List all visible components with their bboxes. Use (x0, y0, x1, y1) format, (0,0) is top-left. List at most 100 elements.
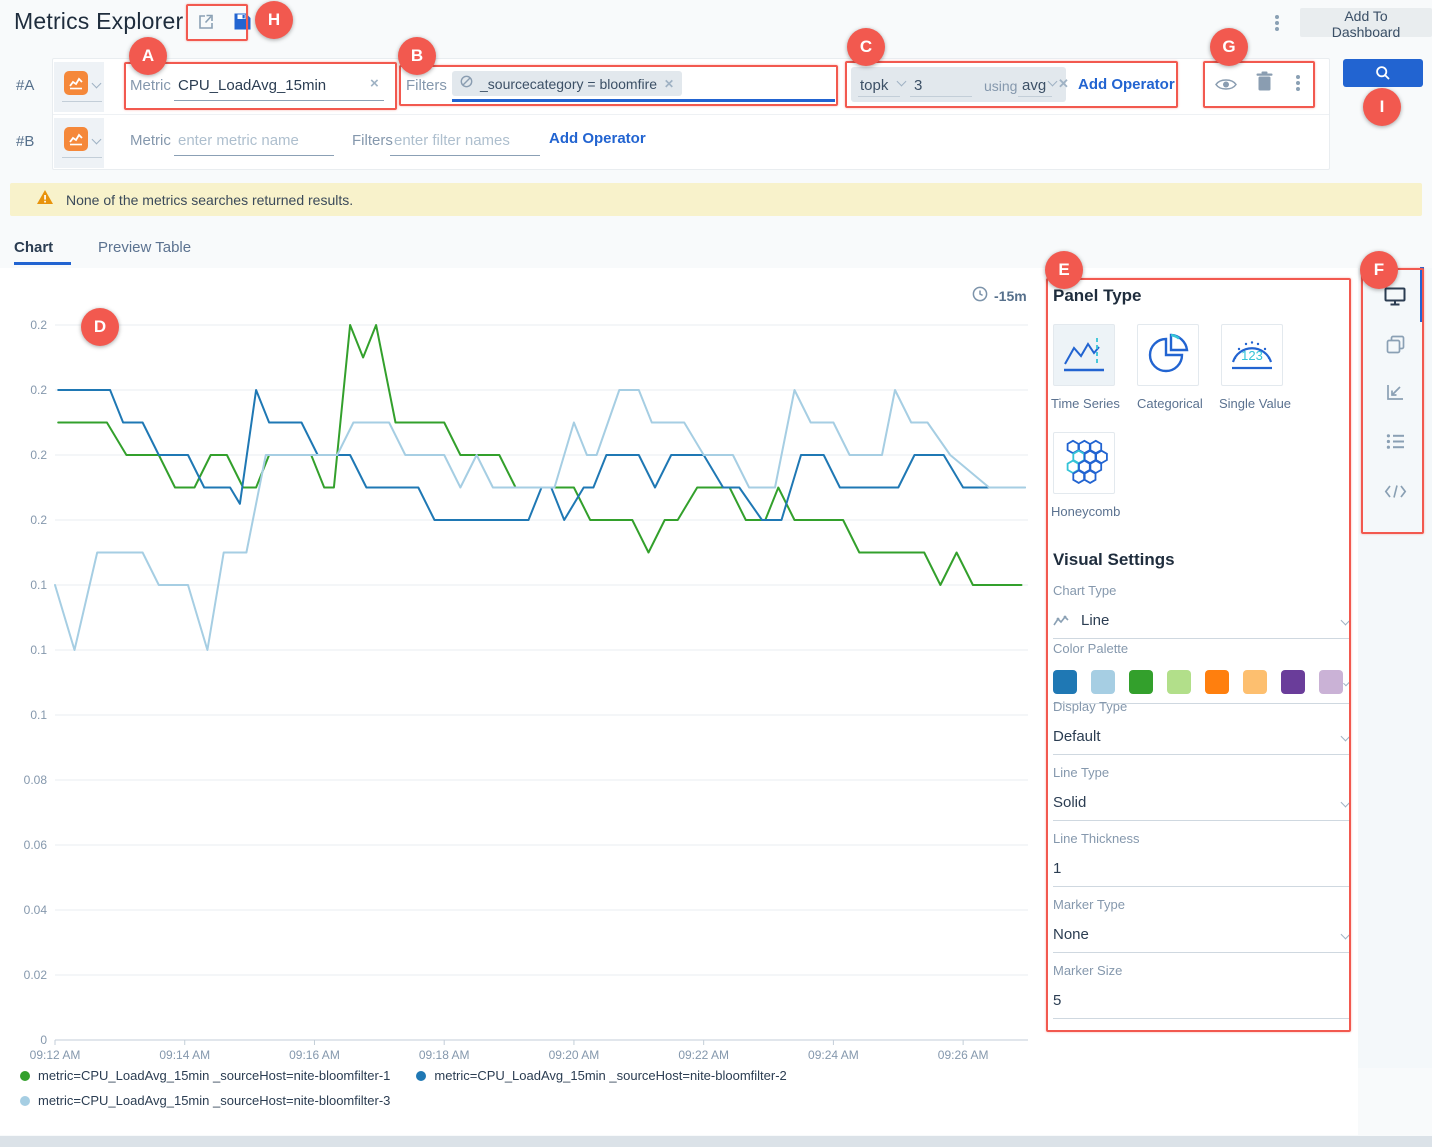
query-row-kebab-icon[interactable] (1296, 73, 1300, 93)
rail-duplicate-icon[interactable] (1386, 335, 1405, 359)
marker-size-field: Marker Size 5 (1053, 963, 1349, 1019)
operator-using-label: using (984, 78, 1017, 94)
chart-legend: metric=CPU_LoadAvg_15min _sourceHost=nit… (20, 1068, 1020, 1108)
annotation-circle-d: D (81, 308, 119, 346)
filter-chip[interactable]: _sourcecategory = bloomfire ✕ (452, 71, 682, 96)
add-to-dashboard-button[interactable]: Add To Dashboard (1300, 8, 1432, 37)
svg-text:09:12 AM: 09:12 AM (30, 1048, 81, 1062)
query-row-b-label: #B (16, 133, 34, 150)
warning-icon (36, 189, 54, 210)
annotation-circle-e: E (1045, 251, 1083, 289)
marker-type-chevron-icon (1341, 930, 1351, 940)
chart-type-select[interactable]: Line (1053, 612, 1349, 639)
filters-label-a: Filters (406, 77, 447, 94)
rail-axes-icon[interactable] (1386, 384, 1404, 406)
annotation-circle-i: I (1363, 88, 1401, 126)
metric-input-b[interactable]: enter metric name (178, 132, 299, 149)
hide-query-eye-icon[interactable] (1215, 77, 1237, 97)
share-icon[interactable] (196, 11, 217, 37)
metrics-query-type-icon-b[interactable] (64, 127, 88, 151)
palette-swatch (1129, 670, 1153, 694)
svg-text:09:22 AM: 09:22 AM (678, 1048, 729, 1062)
metric-underline-a (174, 100, 384, 101)
panel-type-single-value-label: Single Value (1219, 396, 1291, 411)
marker-type-field: Marker Type None (1053, 897, 1349, 953)
metrics-query-type-icon[interactable] (64, 71, 88, 95)
svg-text:0: 0 (40, 1033, 47, 1047)
visual-settings-title: Visual Settings (1053, 550, 1175, 570)
panel-type-time-series-label: Time Series (1051, 396, 1120, 411)
chart-type-field: Chart Type Line (1053, 583, 1349, 639)
line-type-field: Line Type Solid (1053, 765, 1349, 821)
categorical-pie-icon (1144, 331, 1192, 379)
svg-text:0.1: 0.1 (30, 643, 47, 657)
display-type-value: Default (1053, 728, 1101, 745)
color-palette-field: Color Palette (1053, 641, 1349, 704)
metrics-explorer-page: Metrics Explorer Add To Dashboard #A Met… (0, 0, 1432, 1147)
filters-input-b[interactable]: enter filter names (394, 132, 510, 149)
line-type-chevron-icon (1341, 798, 1351, 808)
color-palette-label: Color Palette (1053, 641, 1349, 656)
panel-type-honeycomb[interactable] (1053, 432, 1115, 494)
save-icon[interactable] (233, 12, 252, 36)
time-series-icon (1061, 334, 1107, 376)
annotation-circle-g: G (1210, 28, 1248, 66)
run-search-button[interactable] (1343, 59, 1423, 87)
filters-label-b: Filters (352, 132, 393, 149)
legend-label: metric=CPU_LoadAvg_15min _sourceHost=nit… (434, 1068, 786, 1083)
marker-type-value: None (1053, 926, 1089, 943)
svg-text:09:14 AM: 09:14 AM (159, 1048, 210, 1062)
legend-item[interactable]: metric=CPU_LoadAvg_15min _sourceHost=nit… (20, 1068, 390, 1083)
panel-type-time-series[interactable] (1053, 324, 1115, 386)
line-thickness-field: Line Thickness 1 (1053, 831, 1349, 887)
tab-chart[interactable]: Chart (14, 239, 53, 256)
line-type-value: Solid (1053, 794, 1086, 811)
svg-text:0.1: 0.1 (30, 708, 47, 722)
metric-clear-icon[interactable]: × (370, 75, 379, 92)
tab-chart-active-underline (14, 262, 71, 265)
operator-arg[interactable]: 3 (914, 77, 922, 94)
panel-type-title: Panel Type (1053, 286, 1142, 306)
query-type-underline (62, 101, 102, 102)
add-operator-link-b[interactable]: Add Operator (549, 130, 646, 147)
line-chart-type-icon (1053, 615, 1069, 627)
palette-swatch (1091, 670, 1115, 694)
tab-preview-table[interactable]: Preview Table (98, 239, 191, 256)
rail-scroll-indicator (1420, 267, 1424, 322)
panel-type-single-value[interactable]: 123 (1221, 324, 1283, 386)
legend-label: metric=CPU_LoadAvg_15min _sourceHost=nit… (38, 1068, 390, 1083)
bottom-scrollbar-strip[interactable] (0, 1136, 1432, 1147)
line-type-label: Line Type (1053, 765, 1349, 780)
display-type-field: Display Type Default (1053, 699, 1349, 755)
filter-chip-close-icon[interactable]: ✕ (664, 77, 674, 91)
operator-agg[interactable]: avg (1022, 77, 1046, 94)
svg-text:09:16 AM: 09:16 AM (289, 1048, 340, 1062)
marker-size-input[interactable]: 5 (1053, 992, 1349, 1019)
svg-text:09:24 AM: 09:24 AM (808, 1048, 859, 1062)
add-operator-link-a[interactable]: Add Operator (1078, 76, 1175, 93)
rail-legend-list-icon[interactable] (1386, 433, 1405, 455)
line-type-select[interactable]: Solid (1053, 794, 1349, 821)
line-thickness-input[interactable]: 1 (1053, 860, 1349, 887)
legend-item[interactable]: metric=CPU_LoadAvg_15min _sourceHost=nit… (20, 1093, 390, 1108)
rail-code-icon[interactable] (1384, 484, 1407, 504)
display-type-select[interactable]: Default (1053, 728, 1349, 755)
marker-type-select[interactable]: None (1053, 926, 1349, 953)
operator-remove-icon[interactable]: ✕ (1058, 76, 1069, 92)
metric-input-a[interactable]: CPU_LoadAvg_15min (178, 77, 326, 94)
palette-swatch (1053, 670, 1077, 694)
display-type-chevron-icon (1341, 732, 1351, 742)
operator-name[interactable]: topk (860, 77, 888, 94)
chart-type-chevron-icon (1341, 616, 1351, 626)
svg-text:0.2: 0.2 (30, 383, 47, 397)
svg-text:0.1: 0.1 (30, 578, 47, 592)
delete-query-trash-icon[interactable] (1256, 71, 1273, 97)
legend-item[interactable]: metric=CPU_LoadAvg_15min _sourceHost=nit… (416, 1068, 786, 1083)
timeseries-chart[interactable]: 00.020.040.060.080.10.10.10.20.20.20.209… (0, 278, 1037, 1068)
header-kebab-icon[interactable] (1275, 13, 1279, 33)
svg-text:0.2: 0.2 (30, 318, 47, 332)
marker-size-value: 5 (1053, 992, 1061, 1009)
panel-type-categorical[interactable] (1137, 324, 1199, 386)
rail-display-monitor-icon[interactable] (1384, 287, 1406, 311)
panel-type-honeycomb-label: Honeycomb (1051, 504, 1120, 519)
